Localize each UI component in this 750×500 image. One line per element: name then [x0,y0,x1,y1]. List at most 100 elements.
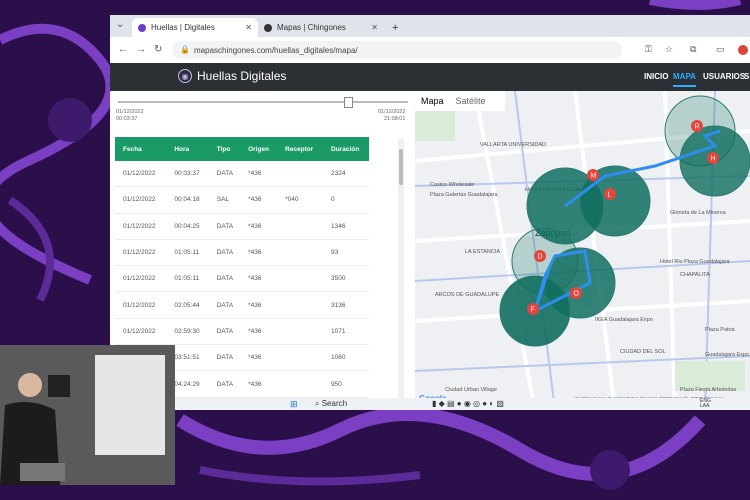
map-pin-marker[interactable]: R [691,120,703,132]
table-row[interactable]: 01/12/2022 02:05:44 DATA *436 3136 [115,291,369,319]
map-label: Hotel Riu Plaza Guadalajara [660,259,730,265]
table-row[interactable]: 01/12/2022 01:05:11 DATA *436 3500 [115,265,369,293]
table-cell: *436 [240,318,278,346]
start-date: 01/12/2022 [116,109,144,115]
table-cell [277,291,324,319]
table-cell: 01/12/2022 [115,239,167,267]
table-row[interactable]: 01/12/2022 00:04:18 SAL *436 *040 0 [115,186,369,214]
table-cell: 3500 [323,265,369,293]
map-label: CHAPALITA [680,272,710,278]
table-cell: 00:04:25 [166,213,209,240]
col-origen[interactable]: Origen [240,137,278,161]
map-tab-satelite[interactable]: Satélite [450,96,492,106]
table-cell: 1346 [323,213,369,240]
map-pin-marker[interactable]: O [570,287,582,299]
url-text: mapaschingones.com/huellas_digitales/map… [194,45,358,55]
map-canvas[interactable]: VALLARTA UNIVERSIDAD Costco Wholesale Plaz… [415,91,750,410]
menu-more[interactable]: S [744,72,749,81]
close-tab-icon[interactable]: ✕ [245,23,252,32]
reload-icon[interactable]: ↻ [154,44,162,55]
table-row[interactable]: 01/12/2022 00:03:37 DATA *436 2324 [115,161,369,188]
col-duracion[interactable]: Duración [323,137,369,161]
menu-usuarios[interactable]: USUARIOS [703,72,745,81]
star-icon[interactable]: ☆ [665,44,673,55]
col-hora[interactable]: Hora [166,137,209,161]
map-label: VALLARTA UNIVERSIDAD [480,142,546,148]
table-cell [277,213,324,240]
tab-menu-icon[interactable]: ⌄ [116,19,124,30]
tab-favicon-icon [138,23,146,32]
map-label: LA ESTANCIA [465,249,500,255]
presenter-image [0,345,175,485]
tab-title: Huellas | Digitales [151,23,215,32]
brand[interactable]: ◉ Huellas Digitales [178,69,286,83]
map-pin-marker[interactable]: F [527,303,539,315]
map-pin-marker[interactable]: L [604,188,616,200]
map-pin-marker[interactable]: H [707,152,719,164]
pin-label: R [695,124,700,131]
sidebar-icon[interactable]: ▭ [716,44,725,55]
taskbar-search[interactable]: ⌕ Search [315,399,347,409]
taskbar-apps-icons[interactable]: ▮ ◆ ▤ ● ◉ ◎ ● ◐ ▨ [432,399,504,408]
menu-mapa[interactable]: MAPA [673,72,696,87]
col-receptor[interactable]: Receptor [277,137,324,161]
table-scrollbar[interactable] [398,139,404,404]
profile-avatar[interactable] [738,45,748,55]
map-tab-mapa[interactable]: Mapa [415,96,450,106]
table-cell: 3136 [323,291,369,319]
table-cell: *436 [240,161,278,188]
table-cell: 93 [323,239,369,267]
table-cell: DATA [208,213,241,240]
table-cell: 01/12/2022 [115,161,167,188]
app-header: ◉ Huellas Digitales INICIO MAPA USUARIOS… [110,63,750,91]
address-bar[interactable]: 🔒 mapaschingones.com/huellas_digitales/m… [172,41,622,59]
map-label: Plaza Fiesta Arboledas [680,387,737,393]
map-pin-marker[interactable]: D [534,250,546,262]
brand-name: Huellas Digitales [197,69,287,83]
table-header-row: Fecha Hora Tipo Origen Receptor Duración [115,137,369,161]
table-cell: DATA [208,344,241,372]
table-cell: *436 [240,239,278,267]
tab-title: Mapas | Chingones [277,23,346,32]
map-label: Ciudad Urban Village [445,387,497,393]
map-type-control: Mapa Satélite [415,91,505,111]
table-cell: 02:59:30 [166,318,209,346]
end-date: 01/12/2022 [378,109,406,115]
col-tipo[interactable]: Tipo [208,137,241,161]
table-cell: *040 [277,186,324,214]
forward-icon[interactable]: → [136,44,146,55]
menu-inicio[interactable]: INICIO [644,72,668,81]
table-cell: 0 [323,186,369,214]
tab-huellas[interactable]: Huellas | Digitales ✕ [132,18,258,37]
pin-label: D [538,254,543,261]
table-cell: 01:05:11 [166,239,209,267]
scroll-thumb[interactable] [399,149,403,185]
tab-mapas[interactable]: Mapas | Chingones ✕ [258,18,384,37]
back-icon[interactable]: ← [118,44,128,55]
language-indicator[interactable]: ENG LAA [700,399,720,409]
map-pin-marker[interactable]: M [587,169,599,181]
browser-tabbar: ⌄ Huellas | Digitales ✕ Mapas | Chingone… [110,15,750,37]
key-icon[interactable]: ⚿ [645,44,652,55]
table-cell: 01/12/2022 [115,265,167,293]
col-fecha[interactable]: Fecha [115,137,167,161]
extensions-icon[interactable]: ⧉ [690,44,696,55]
table-cell [277,239,324,267]
map-view[interactable]: VALLARTA UNIVERSIDAD Costco Wholesale Plaz… [415,91,750,410]
table-row[interactable]: 01/12/2022 02:59:30 DATA *436 1071 [115,318,369,346]
table-cell: DATA [208,239,241,267]
table-row[interactable]: 01/12/2022 01:05:11 DATA *436 93 [115,239,369,267]
table-cell: *436 [240,291,278,319]
pin-label: H [711,156,716,163]
table-row[interactable]: 01/12/2022 00:04:25 DATA *436 1346 [115,213,369,240]
table-cell: *436 [240,186,278,214]
slider-handle[interactable] [344,97,353,108]
pin-label: M [591,173,597,180]
table-cell: 2324 [323,161,369,188]
table-cell: DATA [208,318,241,346]
new-tab-button[interactable]: + [386,18,404,37]
lock-icon: 🔒 [180,45,190,54]
time-range-slider[interactable] [118,97,408,108]
close-tab-icon[interactable]: ✕ [371,23,378,32]
windows-start-icon[interactable]: ⊞ [290,399,298,410]
